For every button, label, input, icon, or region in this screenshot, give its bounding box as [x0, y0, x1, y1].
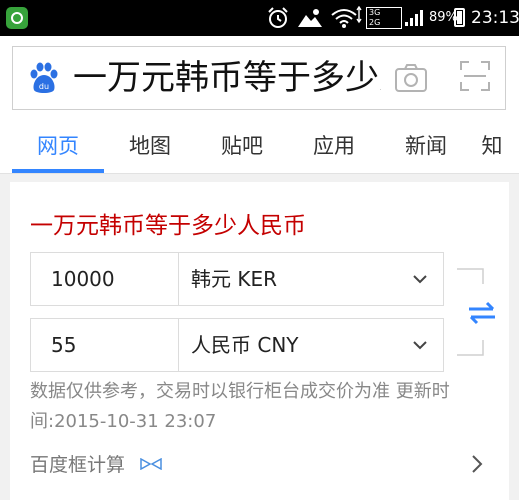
signal-icon: 3G 2G [366, 7, 402, 29]
tab-news[interactable]: 新闻 [380, 130, 472, 160]
chevron-down-icon[interactable] [412, 273, 428, 285]
tab-web[interactable]: 网页 [12, 130, 104, 160]
svg-text:du: du [39, 82, 49, 91]
clock: 23:13 [471, 8, 519, 28]
mountain-icon [298, 9, 322, 27]
app-icon [6, 7, 28, 29]
status-bar: 3G 2G 89% 23:13 [0, 0, 519, 36]
from-currency-row: 10000 韩元 KER [30, 252, 444, 306]
baidu-logo[interactable]: du [27, 61, 61, 95]
from-amount-input[interactable]: 10000 [31, 253, 179, 305]
search-input[interactable]: du 一万元韩币等于多少人民币 [12, 46, 506, 110]
search-header: du 一万元韩币等于多少人民币 [0, 36, 519, 118]
tab-zhidao[interactable]: 知 [472, 130, 512, 160]
bowtie-icon [140, 458, 162, 470]
data-disclaimer: 数据仅供参考，交易时以银行柜台成交价为准 更新时间:2015-10-31 23:… [30, 381, 450, 432]
camera-icon[interactable] [394, 61, 428, 95]
baidu-calculator-label[interactable]: 百度框计算 [30, 450, 125, 477]
battery-icon [454, 8, 465, 27]
currency-converter-card: 一万元韩币等于多少人民币 10000 韩元 KER 55 人民币 CNY 数据仅… [10, 182, 509, 500]
search-query[interactable]: 一万元韩币等于多少人民币 [73, 55, 381, 101]
card-title[interactable]: 一万元韩币等于多少人民币 [30, 206, 306, 240]
network-2g-label: 2G [369, 18, 381, 27]
chevron-right-icon[interactable] [471, 454, 483, 474]
network-3g-label: 3G [369, 8, 381, 17]
from-currency-select[interactable]: 韩元 KER [179, 253, 379, 305]
active-tab-indicator [12, 169, 104, 173]
signal-bars-icon [405, 10, 423, 26]
swap-icon[interactable] [465, 299, 499, 327]
tab-bar: 网页 地图 贴吧 应用 新闻 知 [0, 118, 519, 174]
to-amount-input[interactable]: 55 [31, 319, 179, 371]
to-currency-row: 55 人民币 CNY [30, 318, 444, 372]
tab-map[interactable]: 地图 [104, 130, 196, 160]
tab-tieba[interactable]: 贴吧 [196, 130, 288, 160]
to-currency-select[interactable]: 人民币 CNY [179, 319, 379, 371]
wifi-icon [331, 6, 362, 28]
chevron-down-icon[interactable] [412, 339, 428, 351]
alarm-icon [268, 7, 288, 28]
scan-icon[interactable] [459, 60, 491, 92]
tab-apps[interactable]: 应用 [288, 130, 380, 160]
